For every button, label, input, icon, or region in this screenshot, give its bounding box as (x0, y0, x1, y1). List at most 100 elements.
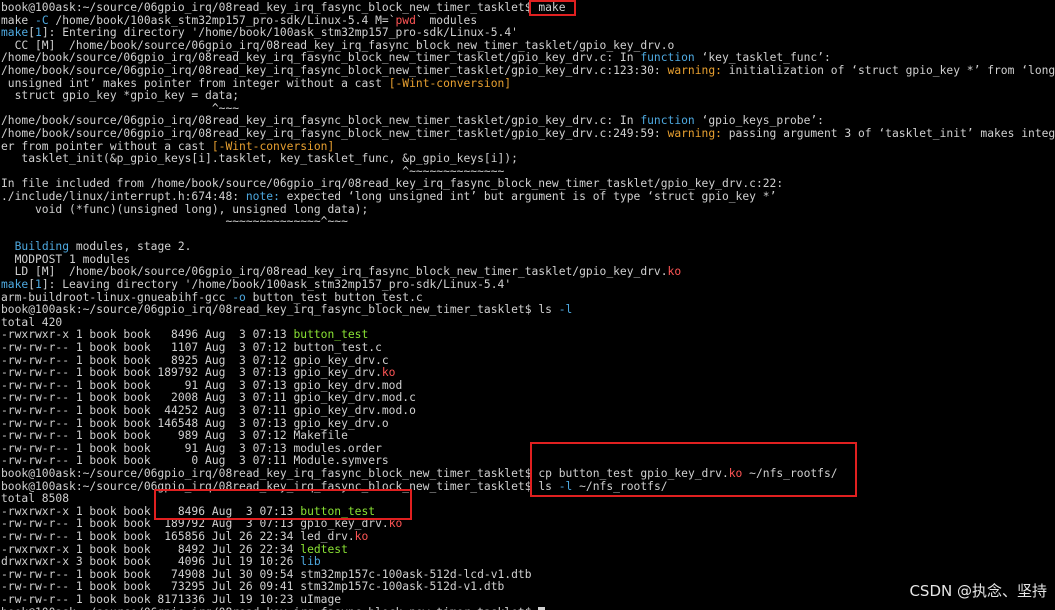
terminal-text: note: (245, 189, 280, 203)
terminal-text: ko (381, 366, 396, 380)
terminal-text: make (1, 278, 29, 292)
terminal-text: 1 (35, 26, 42, 40)
terminal-text: make (1, 26, 29, 40)
terminal-text: -rw-rw-r-- 1 book book 0 Aug 3 07:11 Mod… (1, 454, 389, 468)
terminal-text: MODPOST 1 modules (1, 252, 131, 266)
terminal-text: -l (558, 303, 573, 317)
terminal-text: ]: Entering directory '/home/book/100ask… (41, 26, 518, 40)
terminal-text: cp button_test gpio_key_drv. (538, 466, 729, 480)
terminal-text: -rw-rw-r-- 1 book book 189792 Aug 3 07:1… (1, 366, 382, 380)
terminal-text: er from pointer without a cast (1, 139, 212, 153)
terminal-text: -rw-rw-r-- 1 book book 91 Aug 3 07:13 mo… (1, 441, 382, 455)
terminal-text: warning: (667, 63, 722, 77)
terminal-line: ~~~~~~~~~~~~~~^~~~ (1, 215, 1055, 229)
terminal-text: -rw-rw-r-- 1 book book 74908 Jul 30 09:5… (1, 567, 532, 581)
terminal-text: ko (388, 517, 403, 531)
terminal-text: /home/book/source/06gpio_irq/08read_key_… (1, 126, 668, 140)
terminal-text: book@100ask:~/source/06gpio_irq/08read_k… (1, 479, 539, 493)
terminal-text: book@100ask:~/source/06gpio_irq/08read_k… (1, 606, 538, 610)
terminal-text: expected ‘long unsigned int’ but argumen… (279, 189, 777, 203)
terminal-text: -rw-rw-r-- 1 book book 73295 Jul 26 09:4… (1, 580, 505, 594)
terminal-text: [-Wint-conversion] (388, 76, 512, 90)
terminal-text: button_test (293, 328, 369, 342)
terminal-text: -rw-rw-r-- 1 book book 44252 Aug 3 07:11… (1, 404, 416, 417)
terminal-text: In file included from /home/book/source/… (1, 177, 784, 191)
terminal-text: ko (354, 529, 369, 543)
terminal-line: Building modules, stage 2. (1, 240, 1055, 254)
terminal-text: ` modules (415, 13, 478, 27)
terminal-line: book@100ask:~/source/06gpio_irq/08read_k… (1, 606, 1055, 610)
terminal-text: ~/nfs_rootfs/ (742, 466, 838, 480)
terminal-text: -rw-rw-r-- 1 book book 2008 Aug 3 07:11 … (1, 391, 416, 405)
terminal-text: ^~~~~~~~~~~~~~~ (1, 164, 505, 178)
terminal-text: pwd (395, 13, 416, 27)
terminal-text: -rw-rw-r-- 1 book book 189792 Aug 3 07:1… (1, 517, 389, 531)
terminal-text: -rwxrwxr-x 1 book book 8496 Aug 3 07:13 (1, 504, 301, 518)
cursor-block (538, 606, 546, 610)
terminal-text: /home/book/source/06gpio_irq/08read_key_… (1, 63, 668, 77)
terminal-text: modules, stage 2. (69, 240, 192, 254)
watermark: CSDN @执念、坚持 (909, 582, 1047, 600)
terminal-text: passing argument 3 of ‘tasklet_init’ mak… (721, 126, 1055, 140)
terminal-text: make (1, 13, 36, 27)
terminal-text: -rw-rw-r-- 1 book book 8171336 Jul 19 10… (1, 592, 342, 606)
terminal-text: LD [M] /home/book/source/06gpio_irq/08re… (1, 265, 668, 279)
terminal-text: -rw-rw-r-- 1 book book 8925 Aug 3 07:12 … (1, 353, 389, 367)
terminal-text: arm-buildroot-linux-gnueabihf-gcc (1, 290, 233, 304)
terminal-text: -rw-rw-r-- 1 book book 146548 Aug 3 07:1… (1, 416, 389, 430)
terminal-text: book@100ask:~/source/06gpio_irq/08read_k… (1, 1, 539, 14)
terminal-text: button_test button_test.c (245, 290, 423, 304)
terminal-text: button_test (300, 504, 376, 518)
terminal-line: book@100ask:~/source/06gpio_irq/08read_k… (1, 303, 1055, 317)
terminal-text: ko (667, 265, 682, 279)
terminal-text: function (640, 114, 695, 128)
terminal-text: ./include/linux/interrupt.h:674:48: (1, 189, 246, 203)
terminal-text: ^~~~ (1, 101, 240, 115)
terminal-text: ko (728, 466, 743, 480)
terminal-output: book@100ask:~/source/06gpio_irq/08read_k… (1, 1, 1055, 610)
terminal-line: book@100ask:~/source/06gpio_irq/08read_k… (1, 479, 1055, 494)
terminal-text: ledtest (300, 542, 348, 556)
terminal-text: CC [M] /home/book/source/06gpio_irq/08re… (1, 38, 675, 52)
terminal-text: [-Wint-conversion] (211, 139, 335, 153)
terminal-text: -C (35, 13, 49, 27)
terminal-text: void (*func)(unsigned long), unsigned lo… (1, 202, 369, 216)
terminal-text: ls (538, 303, 559, 317)
terminal-text: total 420 (1, 315, 63, 329)
terminal-text: unsigned int’ makes pointer from integer… (1, 76, 389, 90)
terminal-text: tasklet_init(&p_gpio_keys[i].tasklet, ke… (1, 152, 518, 166)
terminal-window[interactable]: book@100ask:~/source/06gpio_irq/08read_k… (0, 0, 1055, 610)
terminal-text: -rw-rw-r-- 1 book book 165856 Jul 26 22:… (1, 529, 355, 543)
terminal-text: drwxrwxr-x 3 book book 4096 Jul 19 10:26 (1, 555, 301, 569)
terminal-text: -o (232, 290, 246, 304)
terminal-text: lib (300, 555, 321, 569)
terminal-text: make (538, 1, 566, 14)
terminal-text: -rwxrwxr-x 1 book book 8496 Aug 3 07:13 (1, 328, 294, 342)
terminal-text: book@100ask:~/source/06gpio_irq/08read_k… (1, 466, 539, 480)
terminal-text: ~/nfs_rootfs/ (572, 479, 668, 493)
terminal-text: /home/book/source/06gpio_irq/08read_key_… (1, 114, 641, 128)
terminal-text: [ (28, 26, 36, 40)
terminal-text: ~~~~~~~~~~~~~~^~~~ (1, 215, 348, 229)
terminal-text: book@100ask:~/source/06gpio_irq/08read_k… (1, 303, 539, 317)
terminal-text: [ (28, 278, 36, 292)
terminal-text: ]: Leaving directory '/home/book/100ask_… (41, 278, 512, 292)
terminal-text: /home/book/100ask_stm32mp157_pro-sdk/Lin… (48, 13, 396, 27)
terminal-text: -rw-rw-r-- 1 book book 989 Aug 3 07:12 M… (1, 429, 348, 443)
terminal-text: ‘key_tasklet_func’: (694, 51, 831, 65)
terminal-text: -l (558, 479, 573, 493)
terminal-text: -rwxrwxr-x 1 book book 8492 Jul 26 22:34 (1, 542, 301, 556)
terminal-text: Building (14, 240, 70, 254)
terminal-text: initialization of ‘struct gpio_key *’ fr… (721, 63, 1055, 77)
terminal-text: warning: (667, 126, 722, 140)
terminal-text: 1 (35, 278, 42, 292)
terminal-text: struct gpio_key *gpio_key = data; (1, 89, 240, 103)
terminal-text: total 8508 (1, 492, 70, 506)
terminal-text: -rw-rw-r-- 1 book book 91 Aug 3 07:13 gp… (1, 378, 403, 392)
terminal-text: /home/book/source/06gpio_irq/08read_key_… (1, 51, 641, 65)
terminal-text: -rw-rw-r-- 1 book book 1107 Aug 3 07:12 … (1, 341, 382, 355)
terminal-text: ‘gpio_keys_probe’: (694, 114, 824, 128)
terminal-text: ls (538, 479, 559, 493)
terminal-text: function (640, 51, 695, 65)
